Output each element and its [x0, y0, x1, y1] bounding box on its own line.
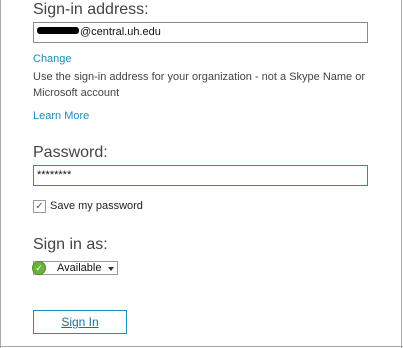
save-password-checkbox[interactable]: ✓ [33, 200, 46, 213]
window-right-border [401, 0, 402, 348]
redacted-username [37, 27, 79, 34]
signin-address-field[interactable]: @central.uh.edu [33, 22, 368, 43]
signin-address-text: @central.uh.edu [37, 26, 161, 39]
signin-address-value: @central.uh.edu [80, 26, 161, 38]
presence-status-dropdown[interactable]: ✓ Available [32, 261, 118, 275]
password-field[interactable]: ******** [33, 165, 368, 186]
available-status-icon: ✓ [32, 261, 46, 275]
signin-address-heading: Sign-in address: [33, 1, 149, 18]
change-link[interactable]: Change [33, 53, 72, 66]
sign-in-button-label: Sign In [61, 315, 99, 329]
window-bottom-border [0, 346, 403, 347]
signin-hint-text: Use the sign-in address for your organiz… [33, 71, 365, 99]
save-password-label: Save my password [50, 200, 143, 212]
learn-more-link[interactable]: Learn More [33, 110, 89, 123]
presence-status-label: Available [57, 262, 102, 274]
sign-in-button[interactable]: Sign In [33, 310, 127, 334]
password-heading: Password: [33, 144, 108, 161]
sign-in-as-heading: Sign in as: [33, 236, 108, 253]
chevron-down-icon [108, 267, 114, 271]
window-left-border [0, 0, 1, 348]
password-value: ******** [37, 169, 72, 181]
checkmark-icon: ✓ [35, 201, 44, 212]
